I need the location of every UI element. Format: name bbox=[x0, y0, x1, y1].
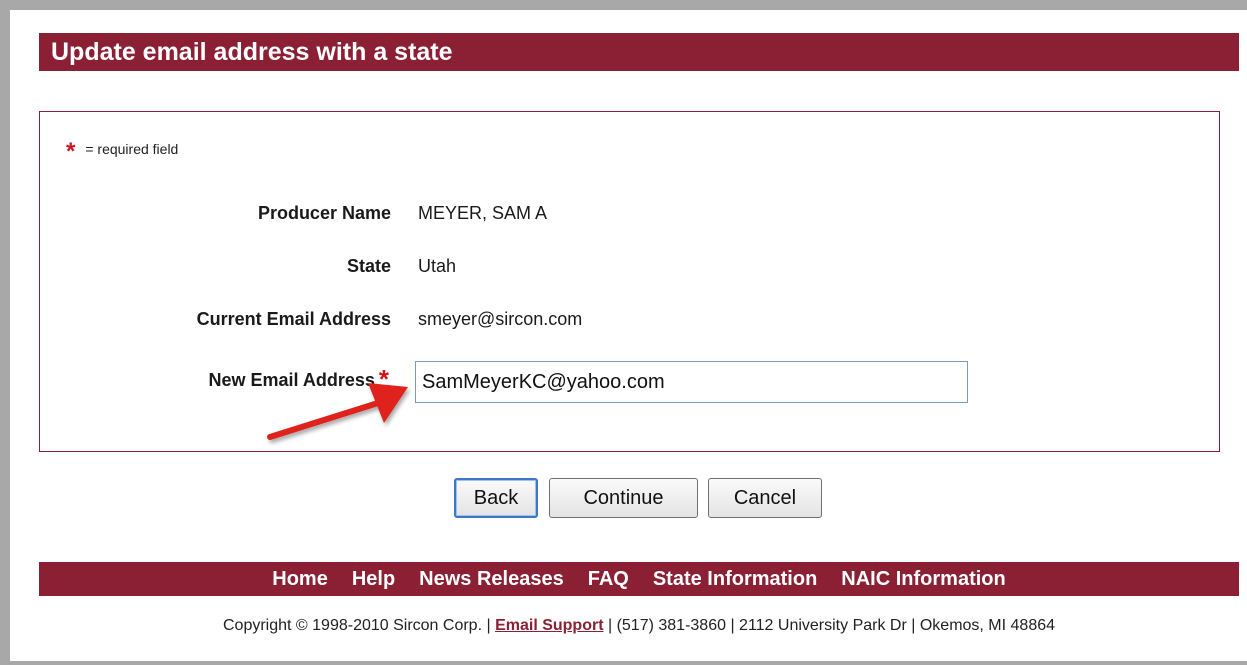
footer-link-help[interactable]: Help bbox=[352, 568, 395, 591]
state-value: Utah bbox=[418, 256, 457, 276]
footer-link-naic-information[interactable]: NAIC Information bbox=[841, 568, 1005, 591]
required-note-text: = required field bbox=[85, 141, 179, 157]
current-email-label: Current Email Address bbox=[196, 309, 391, 329]
state-label: State bbox=[346, 256, 391, 276]
producer-name-label: Producer Name bbox=[257, 203, 391, 223]
asterisk-icon: * bbox=[66, 138, 76, 165]
page-title: Update email address with a state bbox=[39, 33, 1239, 71]
back-button[interactable]: Back bbox=[454, 478, 538, 518]
cancel-button[interactable]: Cancel bbox=[708, 478, 822, 518]
footer-link-news-releases[interactable]: News Releases bbox=[419, 568, 564, 591]
copyright-prefix: Copyright © 1998-2010 Sircon Corp. | bbox=[222, 617, 496, 634]
red-arrow-icon bbox=[267, 383, 408, 440]
footer-link-home[interactable]: Home bbox=[272, 568, 328, 591]
new-email-input[interactable] bbox=[415, 361, 968, 403]
continue-button[interactable]: Continue bbox=[549, 478, 698, 518]
copyright-suffix: | (517) 381-3860 | 2112 University Park … bbox=[603, 617, 1056, 634]
footer-link-faq[interactable]: FAQ bbox=[588, 568, 629, 591]
required-field-note: * = required field bbox=[66, 138, 179, 164]
footer-nav: Home Help News Releases FAQ State Inform… bbox=[39, 562, 1239, 596]
producer-name-value: MEYER, SAM A bbox=[418, 203, 548, 223]
footer-link-state-information[interactable]: State Information bbox=[653, 568, 817, 591]
email-support-link[interactable]: Email Support bbox=[495, 617, 603, 634]
copyright-line: Copyright © 1998-2010 Sircon Corp. | Ema… bbox=[39, 617, 1239, 635]
current-email-value: smeyer@sircon.com bbox=[418, 309, 583, 329]
